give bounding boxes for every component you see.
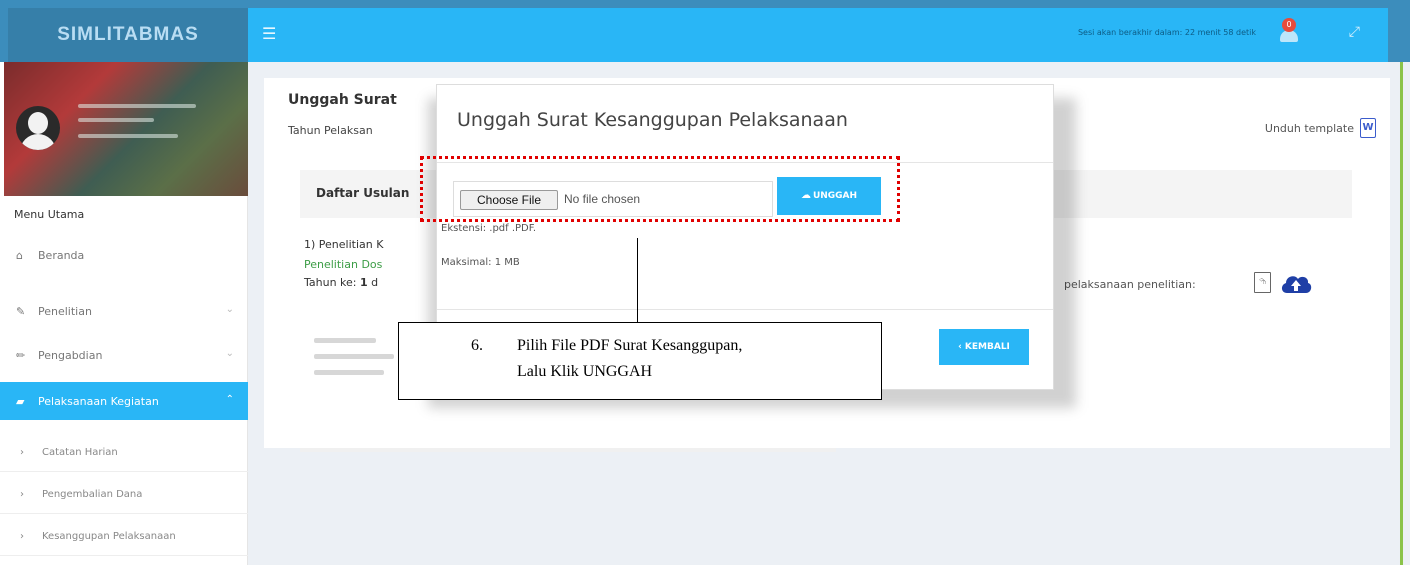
navbar-inner: ☰ Sesi akan berakhir dalam: 22 menit 58 … [248,8,1388,62]
modal-title: Unggah Surat Kesanggupan Pelaksanaan [457,109,848,131]
blurred-text [314,370,384,375]
user-role-blurred [78,134,178,138]
instruction-line-1: Pilih File PDF Surat Kesanggupan, [517,337,743,354]
chevron-down-icon: ⌄ [225,304,234,315]
usulan-item-tahun: Tahun ke: 1 d [304,276,378,289]
tahun-pelaksanaan-label: Tahun Pelaksan [288,124,373,137]
tahun-ke-value: 1 [360,276,368,289]
user-name-blurred [78,104,196,108]
top-navbar: SIMLITABMAS ☰ Sesi akan berakhir dalam: … [0,0,1410,62]
sidebar-item-label: Penelitian [38,304,92,318]
sidebar-subitem-label: Kesanggupan Pelaksanaan [42,531,176,542]
divider [300,448,836,452]
session-timer: Sesi akan berakhir dalam: 22 menit 58 de… [1077,28,1256,37]
sidebar-subitem-label: Catatan Harian [42,447,118,458]
sidebar-item-beranda[interactable]: ⌂ Beranda [0,236,248,274]
sidebar-subitem-catatan-harian[interactable]: › Catatan Harian [0,434,248,472]
tahun-ke-label: Tahun ke: [304,276,357,289]
sidebar-item-pengabdian[interactable]: ✏ Pengabdian ⌄ [0,336,248,374]
unduh-template-link[interactable]: Unduh template [1265,122,1354,135]
callout-connector [637,238,638,322]
max-size-hint: Maksimal: 1 MB [441,257,520,268]
home-icon: ⌂ [16,248,23,262]
instruction-line-2: Lalu Klik UNGGAH [517,363,653,380]
book-icon: ▰ [16,394,25,408]
brand-logo[interactable]: SIMLITABMAS [8,8,248,62]
usulan-item-title: 1) Penelitian K [304,238,384,251]
notification-button[interactable]: 0 [1278,18,1300,44]
sidebar-item-label: Pengabdian [38,348,103,362]
modal-header: Unggah Surat Kesanggupan Pelaksanaan [437,85,1053,163]
cloud-upload-icon[interactable] [1279,271,1313,295]
kembali-button[interactable]: ‹ KEMBALI [939,329,1029,365]
pdf-file-icon[interactable]: ⮲ [1254,272,1271,293]
menu-title: Menu Utama [14,208,85,221]
chevron-right-icon: › [20,531,24,542]
highlight-box [420,156,900,222]
pencil-icon: ✏ [16,348,26,362]
page-title: Unggah Surat [288,92,397,108]
sidebar-item-label: Beranda [38,248,85,262]
hamburger-icon[interactable]: ☰ [262,24,276,43]
sidebar-subitem-kesanggupan-pelaksanaan[interactable]: › Kesanggupan Pelaksanaan [0,518,248,556]
edit-icon: ✎ [16,304,26,318]
step-number: 6. [471,337,483,354]
pelaksanaan-penelitian-label: pelaksanaan penelitian: [1064,278,1196,291]
chevron-right-icon: › [20,489,24,500]
chevron-left-icon: ‹ [958,342,965,352]
notification-badge: 0 [1282,18,1296,32]
kembali-label: KEMBALI [964,342,1010,352]
blurred-text [314,354,394,359]
chevron-up-icon: ⌃ [225,394,234,405]
word-file-icon[interactable]: W [1360,118,1376,138]
sidebar-subitem-label: Pengembalian Dana [42,489,143,500]
expand-icon[interactable]: ⤢ [1349,24,1360,40]
blurred-text [314,338,376,343]
daftar-usulan-title: Daftar Usulan [316,186,410,200]
right-accent-bar [1400,62,1403,565]
user-id-blurred [78,118,154,122]
tahun-ke-suffix: d [371,276,379,289]
sidebar-subitem-pengembalian-dana[interactable]: › Pengembalian Dana [0,476,248,514]
avatar[interactable] [16,106,60,150]
chevron-down-icon: ⌄ [225,348,234,359]
sidebar-item-penelitian[interactable]: ✎ Penelitian ⌄ [0,292,248,330]
sidebar-item-pelaksanaan-kegiatan[interactable]: ▰ Pelaksanaan Kegiatan ⌃ [0,382,248,420]
modal-footer-divider [437,309,1053,310]
usulan-item-skema: Penelitian Dos [304,258,383,271]
user-panel [4,62,248,196]
extension-hint: Ekstensi: .pdf .PDF. [441,223,537,234]
sidebar: Menu Utama ⌂ Beranda ✎ Penelitian ⌄ ✏ Pe… [0,62,248,565]
sidebar-item-label: Pelaksanaan Kegiatan [38,394,159,408]
chevron-right-icon: › [20,447,24,458]
instruction-callout: 6. Pilih File PDF Surat Kesanggupan, Lal… [398,322,882,400]
